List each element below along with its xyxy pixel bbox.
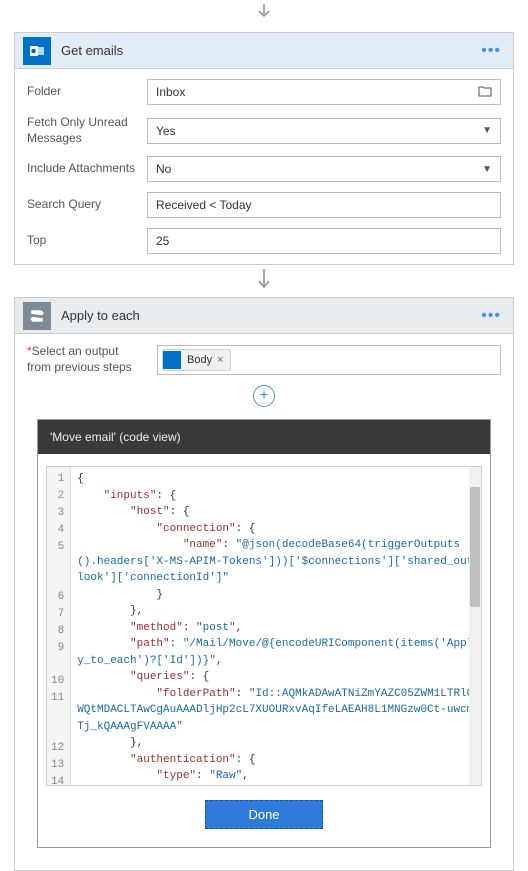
card-header[interactable]: Apply to each ••• [15,298,513,334]
card-title: Get emails [61,43,477,58]
done-button[interactable]: Done [205,800,322,829]
field-label: Include Attachments [27,161,147,177]
folder-input[interactable]: Inbox [147,79,501,105]
code-scrollbar-thumb[interactable] [470,487,480,607]
field-row-search-query: Search Query Received < Today [27,192,501,218]
chevron-down-icon: ▼ [482,164,492,175]
field-value: No [156,162,171,176]
done-bar: Done [46,786,482,839]
select-output-label: *Select an output from previous steps [27,344,157,375]
action-card-move-email-code: 'Move email' (code view) 123456789101112… [37,419,491,848]
add-step-button[interactable]: + [253,385,275,407]
field-label: Fetch Only Unread Messages [27,115,147,146]
code-gutter: 123456789101112131415 [47,467,71,785]
token-body[interactable]: Body × [162,349,231,371]
loop-icon [23,302,51,330]
card-menu-button[interactable]: ••• [477,42,505,60]
field-label: Folder [27,84,147,100]
action-card-get-emails: Get emails ••• Folder Inbox Fetch Only U… [14,32,514,265]
chevron-down-icon: ▼ [482,125,492,136]
field-value: Yes [156,124,176,138]
code-content[interactable]: { "inputs": { "host": { "connection": { … [71,467,481,785]
field-row-folder: Folder Inbox [27,79,501,105]
select-output-row: *Select an output from previous steps Bo… [27,344,501,375]
search-query-input[interactable]: Received < Today [147,192,501,218]
token-label: Body [187,354,212,366]
token-remove-icon[interactable]: × [217,354,223,366]
code-card-body: 123456789101112131415 { "inputs": { "hos… [38,454,490,847]
field-value: 25 [156,234,169,248]
select-output-input[interactable]: Body × [157,345,501,375]
card-header[interactable]: Get emails ••• [15,33,513,69]
top-input[interactable]: 25 [147,228,501,254]
field-row-include-attachments: Include Attachments No ▼ [27,156,501,182]
field-value: Inbox [156,85,185,99]
code-scrollbar[interactable] [469,467,481,785]
card-menu-button[interactable]: ••• [477,307,505,325]
code-editor[interactable]: 123456789101112131415 { "inputs": { "hos… [46,466,482,786]
code-card-title: 'Move email' (code view) [50,430,181,444]
action-card-apply-to-each: Apply to each ••• *Select an output from… [14,297,514,871]
field-row-top: Top 25 [27,228,501,254]
outlook-icon [163,351,181,369]
flow-arrow-incoming [0,4,528,28]
field-row-fetch-unread: Fetch Only Unread Messages Yes ▼ [27,115,501,146]
card-body: *Select an output from previous steps Bo… [15,334,513,870]
card-title: Apply to each [61,308,477,323]
field-value: Received < Today [156,198,252,212]
inner-actions: 'Move email' (code view) 123456789101112… [27,419,501,860]
flow-arrow [0,269,528,293]
outlook-icon [23,37,51,65]
field-label: Top [27,233,147,249]
add-step-row: + [27,385,501,407]
folder-picker-icon[interactable] [478,85,492,100]
code-card-header[interactable]: 'Move email' (code view) [38,420,490,454]
include-attachments-select[interactable]: No ▼ [147,156,501,182]
field-label: Search Query [27,197,147,213]
fetch-unread-select[interactable]: Yes ▼ [147,118,501,144]
card-body: Folder Inbox Fetch Only Unread Messages … [15,69,513,264]
